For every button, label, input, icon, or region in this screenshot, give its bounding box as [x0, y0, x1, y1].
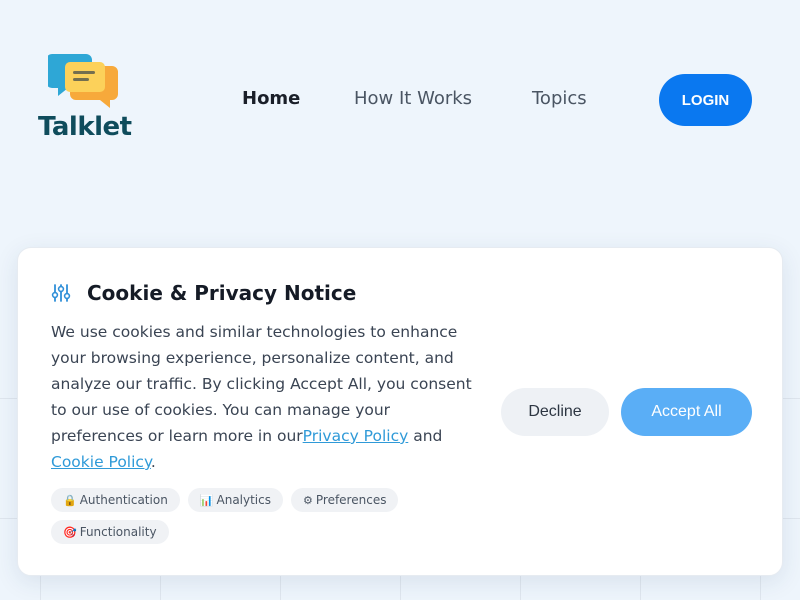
chat-bubbles-icon — [48, 54, 118, 108]
brand-name: Talklet — [38, 112, 132, 142]
tag-label: Analytics — [216, 493, 272, 507]
tag-analytics: 📊 Analytics — [187, 488, 283, 512]
cookie-and-text: and — [408, 427, 443, 445]
lock-icon: 🔒 — [63, 493, 77, 507]
cookie-policy-link[interactable]: Cookie Policy — [51, 453, 151, 471]
privacy-policy-link[interactable]: Privacy Policy — [303, 427, 409, 445]
tag-authentication: 🔒 Authentication — [51, 488, 180, 512]
brand-logo[interactable]: Talklet — [38, 52, 148, 147]
login-button[interactable]: LOGIN — [659, 74, 752, 126]
cookie-period: . — [150, 453, 156, 471]
decline-button[interactable]: Decline — [501, 388, 609, 436]
nav-topics[interactable]: Topics — [532, 88, 587, 109]
tag-label: Authentication — [79, 493, 168, 507]
target-icon: 🎯 — [63, 525, 77, 539]
gear-icon: ⚙ — [303, 493, 313, 507]
cookie-notice-text: We use cookies and similar technologies … — [51, 319, 481, 475]
cookie-notice-title: Cookie & Privacy Notice — [87, 281, 357, 305]
nav-how-it-works[interactable]: How It Works — [354, 88, 472, 109]
chart-icon: 📊 — [199, 493, 214, 507]
accept-all-button[interactable]: Accept All — [621, 388, 752, 436]
nav-home[interactable]: Home — [242, 88, 300, 109]
tag-preferences: ⚙ Preferences — [291, 488, 399, 512]
tag-label: Functionality — [79, 525, 157, 539]
cookie-notice-card: Cookie & Privacy Notice We use cookies a… — [17, 247, 783, 576]
sliders-icon — [51, 284, 71, 302]
tag-functionality: 🎯 Functionality — [51, 520, 169, 544]
cookie-notice-header: Cookie & Privacy Notice — [51, 281, 356, 305]
cookie-category-tags: 🔒 Authentication 📊 Analytics ⚙ Preferences 🎯 Fu… — [51, 488, 451, 552]
tag-label: Preferences — [315, 493, 387, 507]
